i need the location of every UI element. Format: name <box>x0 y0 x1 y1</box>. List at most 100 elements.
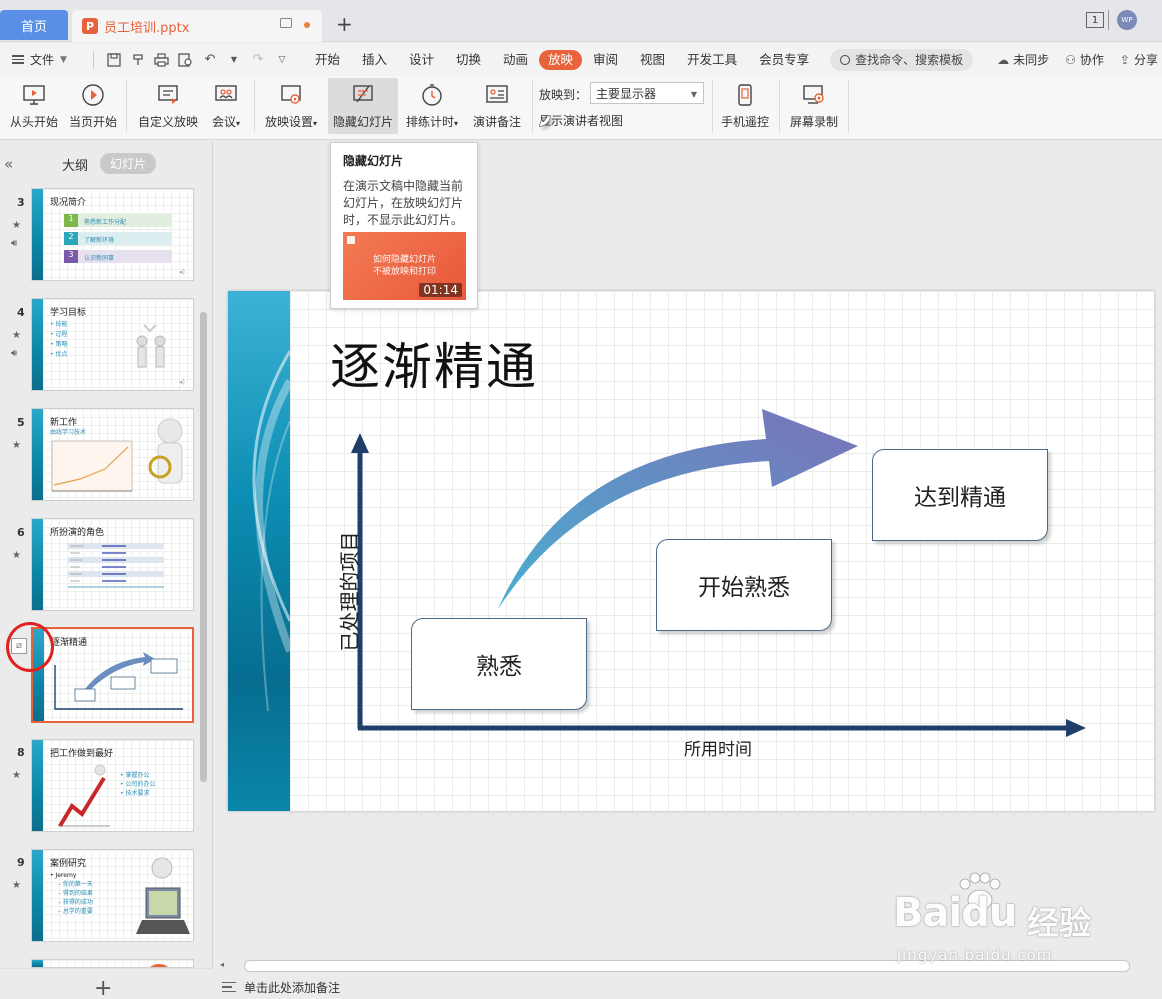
command-search[interactable]: 查找命令、搜索模板 <box>830 48 974 71</box>
print-preview-icon[interactable] <box>178 52 194 68</box>
tab-review[interactable]: 审阅 <box>582 50 629 70</box>
tab-slideshow[interactable]: 放映 <box>539 49 583 70</box>
customize-toolbar-icon[interactable]: ▽ <box>274 52 290 68</box>
slide-thumbnail-8[interactable]: 把工作做到最好 • 掌握办公 • 公司的办公 • 技术要求 <box>31 739 194 832</box>
setup-show-label: 放映设置▾ <box>264 115 318 129</box>
file-menu[interactable]: 文件 ▼ <box>12 51 67 68</box>
chevron-down-icon: ▼ <box>60 54 67 65</box>
slide-thumbnail-5[interactable]: 新工作 由线学习技术 <box>31 408 194 501</box>
y-axis-label[interactable]: 已处理的项目 <box>298 511 398 671</box>
scroll-left-arrow-icon[interactable]: ◂ <box>220 960 224 969</box>
slide-thumbnail-10[interactable] <box>31 959 194 968</box>
thumb-accent-bar <box>32 519 43 610</box>
tab-outline[interactable]: 大纲 <box>62 155 88 174</box>
sync-status[interactable]: ☁ 未同步 <box>997 51 1049 68</box>
monitor-play-icon <box>21 82 47 108</box>
add-slide-button[interactable]: + <box>94 976 112 999</box>
tab-insert[interactable]: 插入 <box>351 50 398 70</box>
print-icon[interactable] <box>154 52 170 68</box>
save-icon[interactable] <box>106 52 122 68</box>
collapse-panel-icon[interactable]: « <box>4 155 13 173</box>
animation-star-icon[interactable]: ★ <box>12 880 21 891</box>
hide-slide-label: 隐藏幻灯片 <box>332 115 393 129</box>
thumb-title: 案例研究 <box>50 859 87 869</box>
menu-bar: 文件 ▼ ↶ ▼ ↷ ▽ 开始 插入 设计 切换 动画 放映 审阅 视图 开发工… <box>0 43 1162 76</box>
tab-transition[interactable]: 切换 <box>445 50 492 70</box>
animation-star-icon[interactable]: ★ <box>12 440 21 451</box>
unsaved-dot-icon[interactable] <box>304 22 310 28</box>
thumb-item: 了解新环境 <box>84 237 115 244</box>
tab-member[interactable]: 会员专享 <box>748 50 820 70</box>
tab-start[interactable]: 开始 <box>304 50 351 70</box>
tooltip-body: 在演示文稿中隐藏当前幻灯片，在放映幻灯片时，不显示此幻灯片。 <box>343 179 464 227</box>
avatar[interactable]: WP <box>1117 10 1137 30</box>
animation-star-icon[interactable]: ★ <box>12 220 21 231</box>
setup-show-button[interactable]: 放映设置▾ <box>260 78 322 134</box>
thumb-accent-bar <box>32 409 43 500</box>
slide-thumbnail-4[interactable]: 学习目标 • 技能 • 过程 • 策略 • 优点 ◂) <box>31 298 194 391</box>
presenter-view-checkbox[interactable]: ✓ 显示演讲者视图 <box>539 112 623 129</box>
animation-star-icon[interactable]: ★ <box>12 330 21 341</box>
tab-slides[interactable]: 幻灯片 <box>100 153 157 174</box>
divider <box>532 80 533 132</box>
undo-icon[interactable]: ↶ <box>202 52 218 68</box>
speaker-notes-icon <box>484 82 510 108</box>
thumb-title: 新工作 <box>50 418 78 428</box>
tab-view[interactable]: 视图 <box>629 50 676 70</box>
tab-home[interactable]: 首页 <box>0 10 68 40</box>
stage-box-familiar[interactable]: 熟悉 <box>411 618 587 710</box>
screen-record-button[interactable]: 屏幕录制 <box>786 78 842 134</box>
custom-show-button[interactable]: 自定义放映 <box>136 78 200 134</box>
slide-canvas[interactable]: 逐渐精通 熟悉 开始熟悉 达到精通 已处理的项目 所用时间 <box>228 291 1154 811</box>
panel-scrollbar[interactable] <box>200 312 207 782</box>
divider <box>712 80 713 132</box>
screen-record-icon <box>801 82 827 108</box>
divider <box>254 80 255 132</box>
from-current-button[interactable]: 当页开始 <box>66 78 120 134</box>
tab-design[interactable]: 设计 <box>398 50 445 70</box>
tab-document[interactable]: P 员工培训.pptx <box>72 10 322 42</box>
monitor-icon[interactable] <box>280 18 292 28</box>
growth-chart-illustration <box>58 764 110 828</box>
share-button[interactable]: ⇪ 分享 <box>1120 51 1158 68</box>
phone-remote-button[interactable]: 手机遥控 <box>718 78 772 134</box>
search-icon <box>840 54 851 65</box>
redo-icon[interactable]: ↷ <box>250 52 266 68</box>
line-chart-illustration <box>51 440 133 492</box>
from-start-button[interactable]: 从头开始 <box>8 78 60 134</box>
meeting-button[interactable]: 会议▾ <box>205 78 247 134</box>
tab-developer[interactable]: 开发工具 <box>676 50 748 70</box>
document-name: 员工培训.pptx <box>104 20 190 36</box>
tutorial-video-thumbnail[interactable]: 如何隐藏幻灯片 不被放映和打印 01:14 <box>343 232 466 300</box>
tab-animation[interactable]: 动画 <box>492 50 539 70</box>
hide-slide-button[interactable]: 隐藏幻灯片 <box>328 78 398 134</box>
slide-thumbnail-9[interactable]: 案例研究 • Jeremy – 你的第一天 – 得到的结果 – 获得的成功 – … <box>31 849 194 942</box>
window-count-badge[interactable]: 1 <box>1086 12 1104 28</box>
cast-to-select[interactable]: 主要显示器 ▼ <box>590 82 704 104</box>
title-tab-bar: 首页 P 员工培训.pptx + 1 WP <box>0 0 1162 42</box>
notes-placeholder: 单击此处添加备注 <box>244 980 341 995</box>
hide-slide-tooltip: 隐藏幻灯片 在演示文稿中隐藏当前幻灯片，在放映幻灯片时，不显示此幻灯片。 如何隐… <box>330 142 478 309</box>
chevron-down-icon[interactable]: ▼ <box>226 52 242 68</box>
x-axis-label[interactable]: 所用时间 <box>684 735 752 760</box>
animation-star-icon[interactable]: ★ <box>12 770 21 781</box>
stage-box-becoming-familiar[interactable]: 开始熟悉 <box>656 539 832 631</box>
cast-to-value: 主要显示器 <box>596 86 657 101</box>
sound-icon[interactable]: 🔊︎ <box>11 238 17 249</box>
format-painter-icon[interactable] <box>130 52 146 68</box>
notes-bar[interactable]: 单击此处添加备注 <box>214 975 1162 999</box>
slide-thumbnail-7[interactable]: 逐渐精通 <box>31 627 194 723</box>
rehearse-timing-button[interactable]: 排练计时▾ <box>402 78 462 134</box>
divider <box>779 80 780 132</box>
figures-illustration <box>136 324 166 368</box>
slide-thumbnail-3[interactable]: 现况简介 1 熟悉新工作分配 2 了解新环境 3 认识新同事 ◂) <box>31 188 194 281</box>
thumb-item: • 公司的办公 <box>120 781 156 788</box>
narration-button[interactable]: 演讲备注 <box>468 78 526 134</box>
collaborate-label: 协作 <box>1079 53 1104 67</box>
animation-star-icon[interactable]: ★ <box>12 550 21 561</box>
new-tab-button[interactable]: + <box>336 12 353 36</box>
stage-box-mastery[interactable]: 达到精通 <box>872 449 1048 541</box>
slide-thumbnail-6[interactable]: 所扮演的角色 <box>31 518 194 611</box>
sound-icon[interactable]: 🔊︎ <box>11 348 17 359</box>
collaborate-button[interactable]: ⚇ 协作 <box>1065 51 1104 68</box>
